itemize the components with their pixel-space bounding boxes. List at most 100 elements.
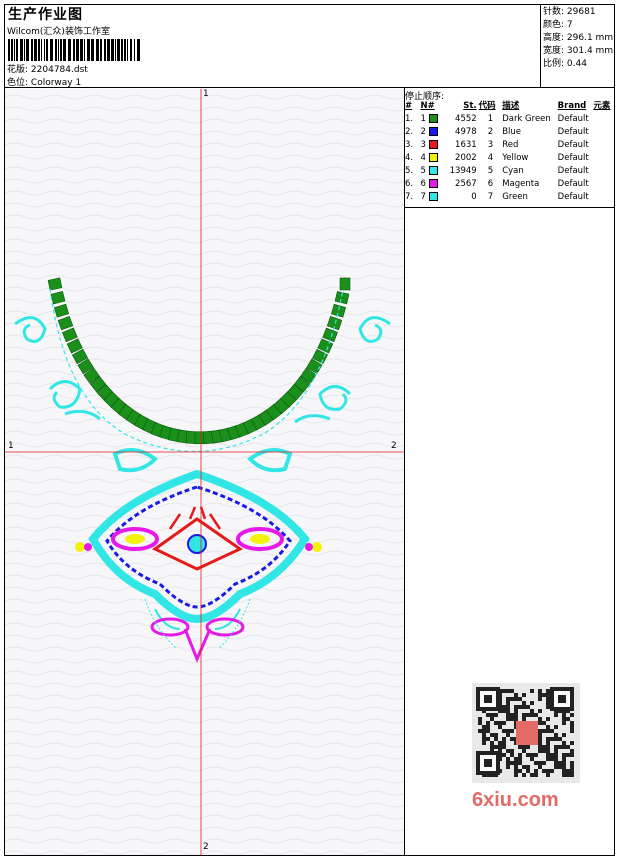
- stat-scale-value: 0.44: [566, 59, 587, 69]
- stop-element: [593, 113, 615, 126]
- stat-height: 高度: 296.1 mm: [543, 32, 615, 45]
- stop-code: 1: [487, 114, 494, 124]
- stop-description: Yellow: [502, 153, 529, 163]
- stop-description: Green: [502, 192, 528, 202]
- stop-brand: Default: [557, 153, 589, 163]
- col-header-code: 代码: [478, 101, 496, 111]
- stop-row: 5. 5 13949 5 Cyan Default: [405, 165, 615, 178]
- stat-width: 宽度: 301.4 mm: [543, 45, 615, 58]
- fabric-texture: [5, 89, 404, 855]
- stop-needle: 6: [420, 178, 438, 191]
- colorway-value: Colorway 1: [30, 78, 82, 88]
- stop-row: 1. 1 4552 1 Dark Green Default: [405, 113, 615, 126]
- qr-code: [476, 687, 574, 777]
- stop-element: [593, 178, 615, 191]
- stop-code: 5: [487, 166, 494, 176]
- col-header-stitches: St.: [463, 101, 477, 111]
- stop-stitches: 0: [471, 192, 477, 202]
- stop-code: 2: [487, 127, 494, 137]
- stop-stitches: 2002: [455, 153, 477, 163]
- col-header-description: 描述: [502, 101, 520, 111]
- needle-number: 4: [420, 153, 426, 163]
- stop-stitches: 1631: [455, 140, 477, 150]
- stat-colors-label: 颜色:: [543, 20, 565, 30]
- design-file: 花版: 2204784.dst: [7, 62, 88, 75]
- stop-code: 3: [487, 140, 494, 150]
- color-swatch: [428, 114, 438, 123]
- axis-label-right: 2: [391, 441, 397, 451]
- stop-needle: 3: [420, 139, 438, 152]
- stop-element: [593, 165, 615, 178]
- stop-sequence-table: # N# St. 代码 描述 Brand 元素 1. 1 4552 1 Dark Gr…: [405, 100, 615, 204]
- studio-name: Wilcom(汇众)装饰工作室: [7, 27, 110, 37]
- stop-row: 7. 7 0 7 Green Default: [405, 191, 615, 204]
- color-swatch: [428, 166, 438, 175]
- stop-brand: Default: [557, 127, 589, 137]
- stat-stitches-label: 针数:: [543, 7, 565, 17]
- barcode: [8, 39, 140, 61]
- stop-row: 4. 4 2002 4 Yellow Default: [405, 152, 615, 165]
- stop-stitches: 2567: [455, 179, 477, 189]
- stop-element: [593, 139, 615, 152]
- stop-element: [593, 152, 615, 165]
- stop-code: 7: [487, 192, 494, 202]
- colorway-label: 色位:: [7, 78, 29, 88]
- qr-code-watermark: [472, 683, 580, 783]
- stop-description: Magenta: [502, 179, 540, 189]
- stop-needle: 4: [420, 152, 438, 165]
- page-title: 生产作业图: [8, 7, 83, 23]
- needle-number: 1: [420, 114, 426, 124]
- stop-index: 1.: [405, 114, 414, 124]
- stat-height-value: 296.1 mm: [566, 33, 614, 43]
- stop-element: [593, 191, 615, 204]
- stat-colors-value: 7: [566, 20, 573, 30]
- stop-description: Cyan: [502, 166, 524, 176]
- stop-description: Blue: [502, 127, 521, 137]
- color-swatch: [428, 179, 438, 188]
- stop-stitches: 13949: [449, 166, 477, 176]
- stop-stitches: 4978: [455, 127, 477, 137]
- stop-brand: Default: [557, 166, 589, 176]
- stop-brand: Default: [557, 140, 589, 150]
- stop-brand: Default: [557, 192, 589, 202]
- stop-index: 5.: [405, 166, 414, 176]
- stop-needle: 1: [420, 113, 438, 126]
- col-header-idx: #: [405, 101, 413, 111]
- axis-label-left: 1: [8, 441, 14, 451]
- stat-scale-label: 比例:: [543, 59, 565, 69]
- needle-number: 2: [420, 127, 426, 137]
- stop-brand: Default: [557, 179, 589, 189]
- col-header-brand: Brand: [557, 101, 587, 111]
- stat-stitches-value: 29681: [566, 7, 596, 17]
- color-swatch: [428, 140, 438, 149]
- axis-label-top: 1: [203, 89, 209, 99]
- stop-element: [593, 126, 615, 139]
- header-info: 生产作业图 Wilcom(汇众)装饰工作室 花版: 2204784.dst 色位…: [4, 4, 541, 88]
- stat-height-label: 高度:: [543, 33, 565, 43]
- stop-needle: 7: [420, 191, 438, 204]
- colorway: 色位: Colorway 1: [7, 75, 81, 88]
- stop-row: 3. 3 1631 3 Red Default: [405, 139, 615, 152]
- stat-width-label: 宽度:: [543, 46, 565, 56]
- col-header-element: 元素: [593, 101, 611, 111]
- stop-index: 6.: [405, 179, 414, 189]
- stop-description: Red: [502, 140, 519, 150]
- needle-number: 3: [420, 140, 426, 150]
- stop-needle: 5: [420, 165, 438, 178]
- stat-stitches: 针数: 29681: [543, 6, 615, 19]
- stop-row: 6. 6 2567 6 Magenta Default: [405, 178, 615, 191]
- needle-number: 7: [420, 192, 426, 202]
- design-file-label: 花版:: [7, 65, 29, 75]
- stop-index: 4.: [405, 153, 414, 163]
- design-file-name: 2204784.dst: [30, 65, 88, 75]
- needle-number: 6: [420, 179, 426, 189]
- stat-scale: 比例: 0.44: [543, 58, 615, 71]
- stop-code: 6: [487, 179, 494, 189]
- stop-row: 2. 2 4978 2 Blue Default: [405, 126, 615, 139]
- stop-code: 4: [487, 153, 494, 163]
- stop-sequence-header-row: # N# St. 代码 描述 Brand 元素: [405, 100, 615, 113]
- watermark-text: 6xiu.com: [472, 789, 559, 811]
- stop-stitches: 4552: [455, 114, 477, 124]
- stop-index: 2.: [405, 127, 414, 137]
- stop-index: 3.: [405, 140, 414, 150]
